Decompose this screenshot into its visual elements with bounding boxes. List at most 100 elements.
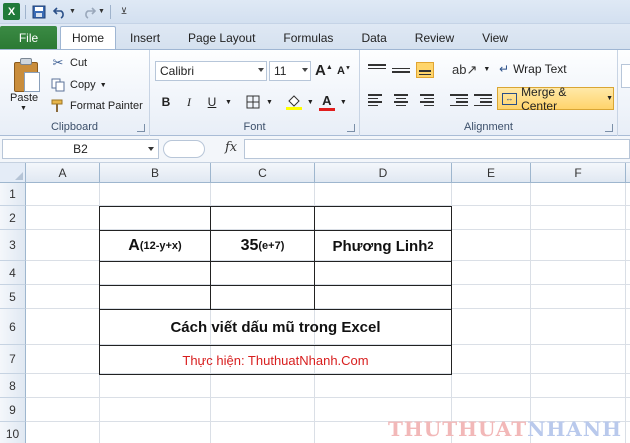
watermark-part-1: THUTHUAT xyxy=(387,417,528,441)
column-header-c[interactable]: C xyxy=(211,163,315,183)
formula-input[interactable] xyxy=(244,139,630,159)
font-color-button[interactable]: A xyxy=(317,92,337,112)
merge-center-button[interactable]: ↔ Merge & Center ▼ xyxy=(497,85,614,113)
middle-align-icon[interactable] xyxy=(392,62,410,78)
worksheet-grid[interactable]: A B C D E F 1 2 3 4 5 6 7 8 9 10 A (12-y+… xyxy=(0,163,630,443)
redo-icon[interactable] xyxy=(81,4,97,20)
row-header-9[interactable]: 9 xyxy=(0,398,26,422)
row-header-7[interactable]: 7 xyxy=(0,345,26,374)
shrink-font-button[interactable]: A▼ xyxy=(337,65,351,77)
customize-qat-icon[interactable]: ⊻ xyxy=(116,4,132,20)
paste-icon xyxy=(12,58,42,94)
name-box[interactable]: B2 xyxy=(2,139,159,159)
font-group-label: Font xyxy=(243,121,266,133)
font-color-dropdown-icon[interactable]: ▼ xyxy=(340,99,347,106)
scissors-icon: ✂ xyxy=(52,55,64,70)
fill-color-swatch xyxy=(285,106,302,110)
font-size-select[interactable]: 11 xyxy=(269,61,311,81)
tab-view[interactable]: View xyxy=(468,26,522,49)
gridline xyxy=(530,183,531,443)
cell-b7-merged-credit[interactable]: Thực hiện: ThuthuatNhanh.Com xyxy=(100,346,451,374)
cell-b6-merged-title[interactable]: Cách viết dấu mũ trong Excel xyxy=(100,310,451,345)
column-header-b[interactable]: B xyxy=(100,163,211,183)
fill-color-button[interactable] xyxy=(284,92,304,112)
name-box-value: B2 xyxy=(73,142,88,156)
column-header-e[interactable]: E xyxy=(452,163,531,183)
cell-b3-base: A xyxy=(128,237,140,254)
paste-dropdown-icon[interactable]: ▼ xyxy=(20,105,27,112)
tab-home[interactable]: Home xyxy=(60,26,117,49)
underline-dropdown-icon[interactable]: ▼ xyxy=(225,99,232,106)
borders-dropdown-icon[interactable]: ▼ xyxy=(266,99,273,106)
merge-center-dropdown-icon[interactable]: ▼ xyxy=(606,95,613,102)
table-border xyxy=(451,206,452,374)
tab-page-layout[interactable]: Page Layout xyxy=(174,26,269,49)
format-painter-button[interactable]: Format Painter xyxy=(50,98,143,114)
shrink-font-icon: A xyxy=(337,65,345,77)
undo-dropdown-icon[interactable]: ▼ xyxy=(69,8,76,15)
orientation-dropdown-icon[interactable]: ▼ xyxy=(483,66,490,78)
redo-dropdown-icon[interactable]: ▼ xyxy=(98,8,105,15)
quick-access-toolbar: X ▼ ▼ ⊻ xyxy=(0,0,630,24)
tab-file[interactable]: File xyxy=(0,26,57,49)
top-align-icon[interactable] xyxy=(368,62,386,78)
bold-button[interactable]: B xyxy=(156,92,176,112)
insert-function-icon[interactable]: fx xyxy=(225,140,237,155)
cell-d3-base: Phương Linh xyxy=(332,237,428,255)
tab-review[interactable]: Review xyxy=(401,26,468,49)
tab-data[interactable]: Data xyxy=(347,26,400,49)
tab-formulas[interactable]: Formulas xyxy=(269,26,347,49)
column-header-f[interactable]: F xyxy=(531,163,626,183)
column-header-g[interactable] xyxy=(626,163,630,183)
paintbrush-icon xyxy=(50,98,66,114)
paste-button[interactable]: Paste ▼ xyxy=(2,52,46,114)
copy-button[interactable]: Copy ▼ xyxy=(50,77,107,93)
align-right-icon[interactable] xyxy=(416,92,434,108)
excel-logo-icon[interactable]: X xyxy=(3,3,20,20)
row-header-10[interactable]: 10 xyxy=(0,422,26,443)
cut-button[interactable]: ✂ Cut xyxy=(50,55,88,71)
formula-controls: fx xyxy=(161,139,243,159)
row-header-2[interactable]: 2 xyxy=(0,206,26,230)
column-header-d[interactable]: D xyxy=(315,163,452,183)
cell-d3[interactable]: Phương Linh 2 xyxy=(315,231,451,261)
clipboard-launcher-icon[interactable] xyxy=(137,124,145,132)
decrease-indent-icon[interactable] xyxy=(450,92,468,108)
borders-button[interactable] xyxy=(243,92,263,112)
alignment-launcher-icon[interactable] xyxy=(605,124,613,132)
grow-font-button[interactable]: A▲ xyxy=(315,62,333,79)
bottom-align-icon[interactable] xyxy=(416,62,434,78)
font-family-dropdown-icon xyxy=(258,68,264,72)
align-center-icon[interactable] xyxy=(392,92,410,108)
orientation-icon[interactable]: ab↗ xyxy=(452,62,477,78)
row-header-5[interactable]: 5 xyxy=(0,285,26,309)
cell-c3[interactable]: 35 (e+7) xyxy=(211,231,314,261)
font-format-row: B I U ▼ ▼ ▼ A ▼ xyxy=(156,92,347,112)
fill-color-dropdown-icon[interactable]: ▼ xyxy=(307,99,314,106)
number-group-edge xyxy=(621,64,630,88)
column-header-a[interactable]: A xyxy=(26,163,100,183)
font-launcher-icon[interactable] xyxy=(347,124,355,132)
select-all-button[interactable] xyxy=(0,163,26,183)
font-family-select[interactable]: Calibri xyxy=(155,61,267,81)
increase-indent-icon[interactable] xyxy=(474,92,492,108)
row-header-4[interactable]: 4 xyxy=(0,261,26,285)
underline-button[interactable]: U xyxy=(202,92,222,112)
row-header-6[interactable]: 6 xyxy=(0,309,26,345)
save-icon[interactable] xyxy=(31,4,47,20)
wrap-text-button[interactable]: ↵ Wrap Text xyxy=(499,62,567,76)
merge-center-icon: ↔ xyxy=(502,92,518,105)
undo-icon[interactable] xyxy=(52,4,68,20)
row-header-3[interactable]: 3 xyxy=(0,230,26,261)
italic-button[interactable]: I xyxy=(179,92,199,112)
row-header-1[interactable]: 1 xyxy=(0,183,26,206)
copy-dropdown-icon[interactable]: ▼ xyxy=(100,82,107,89)
borders-icon xyxy=(246,95,260,109)
name-box-dropdown-icon[interactable] xyxy=(148,147,154,151)
thuthuatnhanh-watermark: THUTHUATNHANH xyxy=(388,417,622,441)
row-header-8[interactable]: 8 xyxy=(0,374,26,398)
ribbon: Paste ▼ ✂ Cut Copy ▼ Format Painter Clip… xyxy=(0,49,630,136)
cell-b3[interactable]: A (12-y+x) xyxy=(100,231,210,261)
align-left-icon[interactable] xyxy=(368,92,386,108)
tab-insert[interactable]: Insert xyxy=(116,26,174,49)
